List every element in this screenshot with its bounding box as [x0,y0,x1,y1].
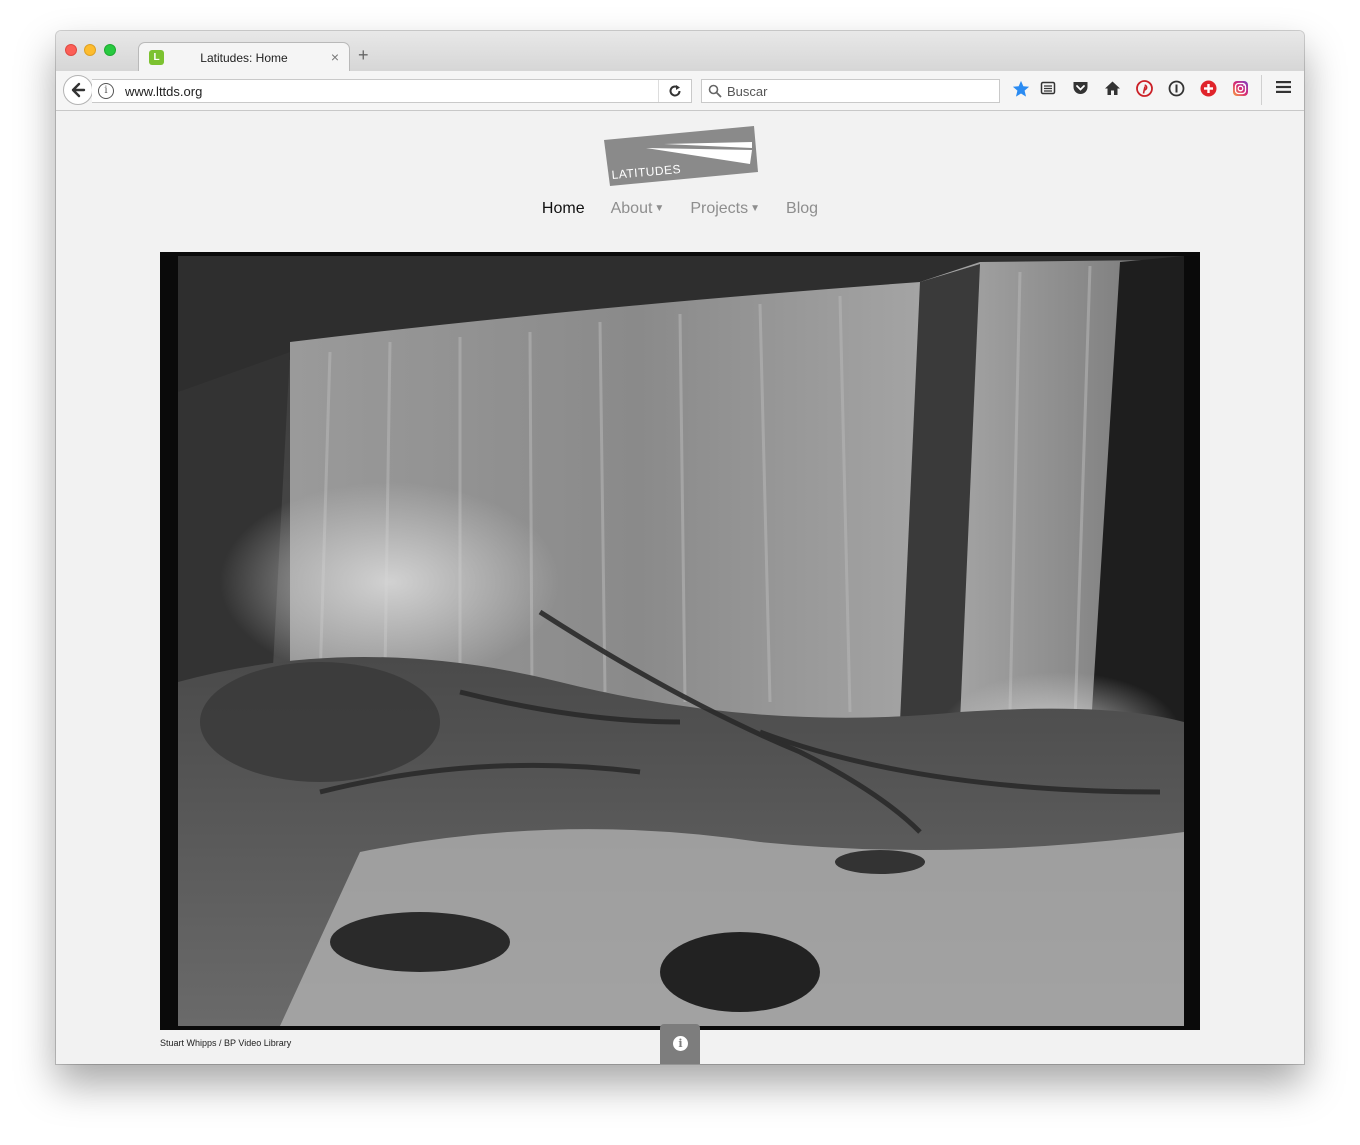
bookmark-star-icon[interactable] [1011,80,1031,100]
tab-title: Latitudes: Home [200,51,288,65]
search-icon [708,84,722,98]
pinterest-icon[interactable] [1134,80,1154,100]
browser-tab[interactable]: L Latitudes: Home × [138,42,350,72]
search-bar[interactable]: Buscar [701,79,1000,103]
browser-window: L Latitudes: Home × + i www.lttds.org Bu… [56,31,1304,1064]
nav-item-home[interactable]: Home [542,200,585,218]
back-button[interactable] [63,75,93,105]
nav-item-projects[interactable]: Projects ▼ [690,200,760,218]
url-text[interactable]: www.lttds.org [125,84,202,99]
reload-button[interactable] [658,80,691,102]
reload-icon [669,85,681,97]
nav-label-about: About [610,200,653,217]
back-icon [71,82,86,98]
navigation-toolbar: i www.lttds.org Buscar [56,71,1304,111]
tab-bar: L Latitudes: Home × + [56,31,1304,72]
waterfall-photo [160,252,1200,1030]
plus-addon-icon[interactable] [1198,80,1218,100]
chevron-down-icon: ▼ [750,203,761,215]
pocket-icon[interactable] [1070,80,1090,100]
image-info-button[interactable]: i [660,1024,700,1064]
hero-image [160,252,1200,1030]
menu-icon[interactable] [1273,80,1293,100]
window-maximize-button[interactable] [104,44,116,56]
info-icon[interactable]: i [98,83,114,99]
onepassword-icon[interactable] [1166,80,1186,100]
new-tab-button[interactable]: + [358,45,369,66]
window-minimize-button[interactable] [84,44,96,56]
instagram-icon[interactable] [1230,80,1250,100]
url-bar[interactable]: i www.lttds.org [92,79,692,103]
nav-label-projects: Projects [690,200,749,217]
chevron-down-icon: ▼ [654,203,665,215]
reading-list-icon[interactable] [1038,80,1058,100]
nav-item-blog[interactable]: Blog [786,200,818,218]
tab-close-icon[interactable]: × [331,49,339,65]
site-logo[interactable]: LATITUDES [604,126,760,193]
page-content: LATITUDES Home About ▼ Projects ▼ Blog S… [56,111,1304,1064]
nav-item-about[interactable]: About ▼ [611,200,665,218]
toolbar-divider [1261,75,1262,105]
window-close-button[interactable] [65,44,77,56]
main-nav: Home About ▼ Projects ▼ Blog [56,200,1304,218]
hero-caption: Stuart Whipps / BP Video Library [160,1038,292,1048]
info-icon: i [673,1036,688,1051]
search-placeholder: Buscar [727,84,768,99]
home-icon[interactable] [1102,80,1122,100]
